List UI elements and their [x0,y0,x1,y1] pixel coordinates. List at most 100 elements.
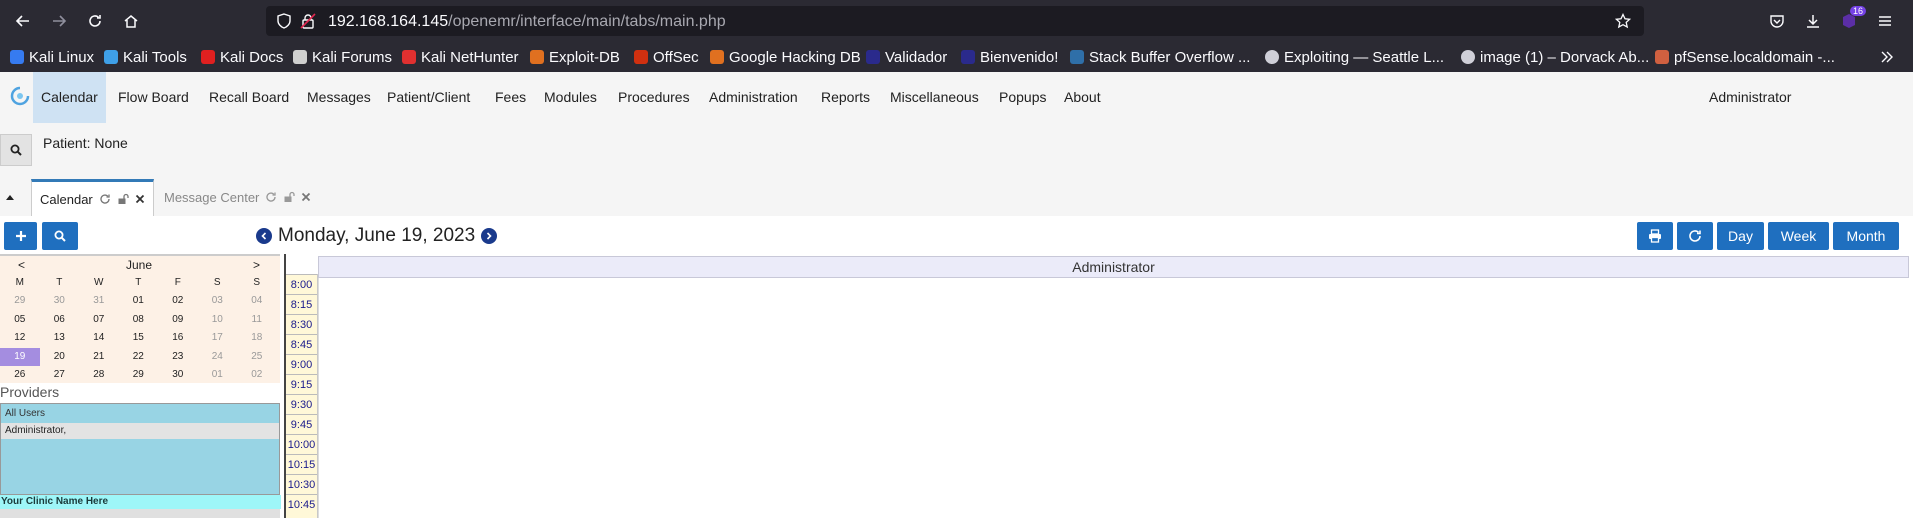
mini-day-cell[interactable]: 22 [119,348,159,366]
mini-day-cell[interactable]: 30 [158,366,198,384]
bookmarks-overflow-button[interactable] [1880,48,1894,66]
back-button[interactable] [12,10,34,32]
bookmark-exploit-db[interactable]: Exploit-DB [530,48,620,66]
mini-day-cell[interactable]: 08 [119,311,159,329]
nav-messages[interactable]: Messages [299,72,379,123]
unlock-tab-icon[interactable] [117,193,129,205]
bookmark-kali-forums[interactable]: Kali Forums [293,48,392,66]
bookmark-star-icon[interactable] [1615,13,1631,29]
refresh-calendar-button[interactable] [1677,222,1713,250]
nav-miscellaneous[interactable]: Miscellaneous [882,72,987,123]
mini-day-cell[interactable]: 02 [158,292,198,310]
time-slot-label[interactable]: 9:30 [286,394,317,414]
nav-procedures[interactable]: Procedures [610,72,698,123]
mini-day-cell[interactable]: 14 [79,329,119,347]
mini-day-cell[interactable]: 06 [40,311,80,329]
nav-popups[interactable]: Popups [991,72,1054,123]
print-button[interactable] [1637,222,1673,250]
time-slot-label[interactable]: 9:15 [286,374,317,394]
nav-patient-client[interactable]: Patient/Client [379,72,478,123]
mini-day-cell[interactable]: 05 [0,311,40,329]
bookmark-validador[interactable]: Validador [866,48,947,66]
mini-prev-month-button[interactable]: < [18,258,25,272]
time-slot-label[interactable]: 8:00 [286,274,317,294]
nav-reports[interactable]: Reports [813,72,878,123]
mini-day-cell[interactable]: 31 [79,292,119,310]
url-bar[interactable]: 192.168.164.145/openemr/interface/main/t… [266,6,1644,36]
nav-modules[interactable]: Modules [536,72,605,123]
bookmark-kali-docs[interactable]: Kali Docs [201,48,283,66]
forward-button[interactable] [48,10,70,32]
nav-flow-board[interactable]: Flow Board [110,72,197,123]
mini-day-cell[interactable]: 01 [198,366,238,384]
day-view-button[interactable]: Day [1717,222,1764,250]
nav-about[interactable]: About [1056,72,1109,123]
provider-option-administrator[interactable]: Administrator, [1,423,279,439]
mini-day-cell[interactable]: 26 [0,366,40,384]
bookmark-google-hacking-db[interactable]: Google Hacking DB [710,48,861,66]
mini-day-cell[interactable]: 04 [237,292,277,310]
month-view-button[interactable]: Month [1833,222,1899,250]
providers-select[interactable]: All Users Administrator, [0,403,280,495]
mini-day-cell[interactable]: 19 [0,347,40,366]
mini-day-cell[interactable]: 02 [237,366,277,384]
mini-day-cell[interactable]: 03 [198,292,238,310]
refresh-tab-icon[interactable] [265,191,277,203]
mini-day-cell[interactable]: 29 [119,366,159,384]
mini-day-cell[interactable]: 09 [158,311,198,329]
bookmark-kali-tools[interactable]: Kali Tools [104,48,187,66]
pocket-button[interactable] [1766,10,1788,32]
mini-day-cell[interactable]: 24 [198,348,238,366]
bookmark-pfsense[interactable]: pfSense.localdomain -... [1655,48,1835,66]
bookmark-kali-linux[interactable]: Kali Linux [10,48,94,66]
mini-day-cell[interactable]: 15 [119,329,159,347]
nav-administration[interactable]: Administration [701,72,806,123]
tab-calendar[interactable]: Calendar [31,179,154,216]
menu-button[interactable] [1874,10,1896,32]
patient-search-button[interactable] [0,134,32,166]
bookmark-offsec[interactable]: OffSec [634,48,699,66]
week-view-button[interactable]: Week [1768,222,1829,250]
mini-day-cell[interactable]: 20 [40,348,80,366]
previous-day-button[interactable] [256,228,272,244]
time-slot-label[interactable]: 9:00 [286,354,317,374]
mini-day-cell[interactable]: 11 [237,311,277,329]
mini-day-cell[interactable]: 07 [79,311,119,329]
mini-day-cell[interactable]: 29 [0,292,40,310]
mini-day-cell[interactable]: 16 [158,329,198,347]
bookmark-bienvenido[interactable]: Bienvenido! [961,48,1058,66]
mini-day-cell[interactable]: 13 [40,329,80,347]
mini-day-cell[interactable]: 28 [79,366,119,384]
reload-button[interactable] [84,10,106,32]
time-slot-label[interactable]: 8:45 [286,334,317,354]
user-menu[interactable]: Administrator [1709,72,1791,123]
bookmark-kali-nethunter[interactable]: Kali NetHunter [402,48,519,66]
mini-next-month-button[interactable]: > [253,258,260,272]
close-tab-icon[interactable] [135,194,145,204]
nav-calendar[interactable]: Calendar [33,72,106,123]
time-slot-label[interactable]: 10:45 [286,494,317,514]
mini-day-cell[interactable]: 10 [198,311,238,329]
mini-day-cell[interactable]: 18 [237,329,277,347]
time-slot-label[interactable]: 8:30 [286,314,317,334]
mini-day-cell[interactable]: 17 [198,329,238,347]
time-slot-label[interactable]: 8:15 [286,294,317,314]
collapse-tabs-button[interactable] [5,193,15,201]
extensions-button[interactable]: 16 [1838,6,1867,32]
tab-message-center[interactable]: Message Center [156,179,319,215]
mini-day-cell[interactable]: 23 [158,348,198,366]
nav-recall-board[interactable]: Recall Board [201,72,297,123]
mini-day-cell[interactable]: 21 [79,348,119,366]
mini-day-cell[interactable]: 27 [40,366,80,384]
search-appointments-button[interactable] [42,222,78,250]
mini-day-cell[interactable]: 01 [119,292,159,310]
mini-day-cell[interactable]: 12 [0,329,40,347]
mini-day-cell[interactable]: 25 [237,348,277,366]
add-appointment-button[interactable] [4,222,37,250]
refresh-tab-icon[interactable] [99,193,111,205]
mini-day-cell[interactable]: 30 [40,292,80,310]
day-schedule-area[interactable] [318,278,1910,518]
facility-select[interactable] [0,509,280,518]
time-slot-label[interactable]: 10:00 [286,434,317,454]
home-button[interactable] [120,10,142,32]
